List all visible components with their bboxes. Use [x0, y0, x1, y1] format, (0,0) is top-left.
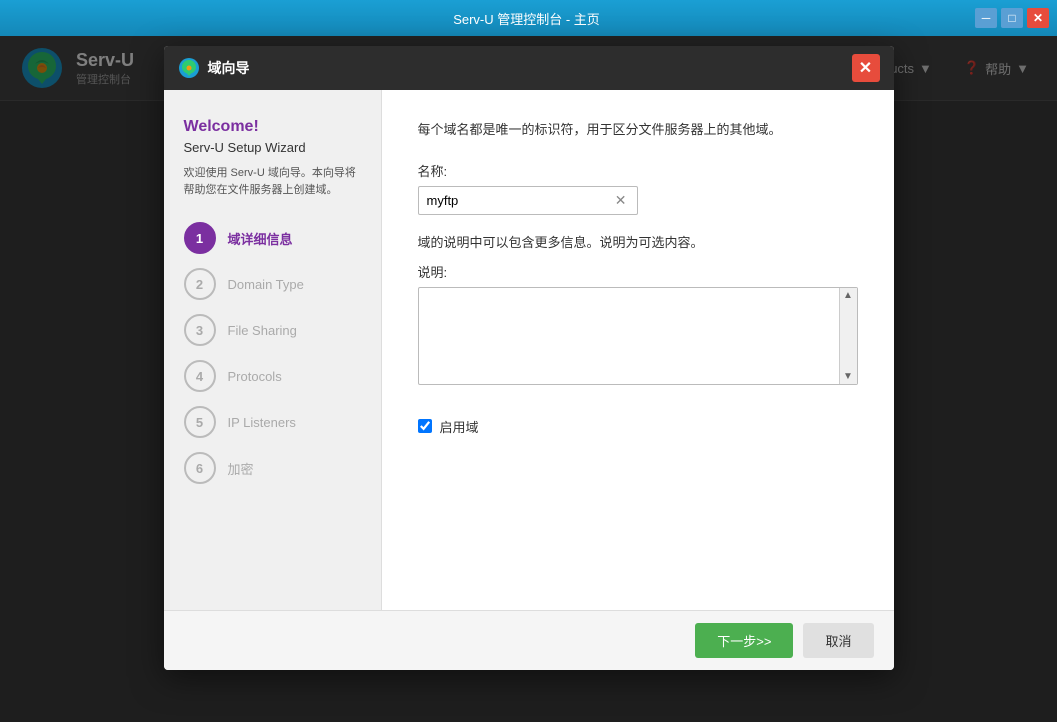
welcome-subtitle: Serv-U Setup Wizard: [184, 140, 361, 155]
dialog-close-button[interactable]: ✕: [852, 54, 880, 82]
description-label: 说明:: [418, 262, 858, 281]
minimize-button[interactable]: ─: [975, 8, 997, 28]
cancel-button[interactable]: 取消: [803, 623, 873, 658]
step-label-2: Domain Type: [228, 277, 304, 292]
window-close-button[interactable]: ✕: [1027, 8, 1049, 28]
step-label-5: IP Listeners: [228, 415, 296, 430]
enable-domain-label: 启用域: [440, 417, 479, 436]
step-circle-4: 4: [184, 360, 216, 392]
content-description-1: 每个域名都是唯一的标识符，用于区分文件服务器上的其他域。: [418, 120, 858, 141]
app-area: Serv-U 管理控制台 ⊞ Serv-U Products ▼ ❓ 帮助 ▼: [0, 36, 1057, 722]
name-input[interactable]: [427, 193, 613, 208]
content-description-2: 域的说明中可以包含更多信息。说明为可选内容。: [418, 233, 858, 254]
textarea-scrollbar[interactable]: ▲ ▼: [839, 288, 857, 384]
wizard-step-6[interactable]: 6 加密: [184, 452, 361, 484]
step-circle-6: 6: [184, 452, 216, 484]
step-circle-5: 5: [184, 406, 216, 438]
next-button[interactable]: 下一步>>: [695, 623, 793, 658]
scroll-down-arrow[interactable]: ▼: [843, 371, 853, 382]
name-input-wrapper: ✕: [418, 186, 638, 215]
clear-name-button[interactable]: ✕: [613, 192, 629, 209]
step-label-4: Protocols: [228, 369, 282, 384]
scroll-up-arrow[interactable]: ▲: [843, 290, 853, 301]
wizard-step-4[interactable]: 4 Protocols: [184, 360, 361, 392]
maximize-button[interactable]: □: [1001, 8, 1023, 28]
description-textarea[interactable]: [419, 288, 857, 384]
enable-domain-row: 启用域: [418, 417, 858, 436]
welcome-title: Welcome!: [184, 118, 361, 136]
domain-wizard-dialog: 域向导 ✕ Welcome! Serv-U Setup Wizard 欢迎使用 …: [164, 46, 894, 670]
step-label-1: 域详细信息: [228, 229, 293, 248]
name-form-group: 名称: ✕: [418, 161, 858, 215]
description-form-group: 说明: ▲ ▼: [418, 262, 858, 399]
dialog-footer: 下一步>> 取消: [164, 610, 894, 670]
step-label-3: File Sharing: [228, 323, 297, 338]
wizard-main-content: 每个域名都是唯一的标识符，用于区分文件服务器上的其他域。 名称: ✕ 域的说明中…: [382, 90, 894, 610]
step-circle-1: 1: [184, 222, 216, 254]
title-bar-controls: ─ □ ✕: [975, 8, 1049, 28]
description-textarea-wrapper: ▲ ▼: [418, 287, 858, 385]
dialog-overlay: 域向导 ✕ Welcome! Serv-U Setup Wizard 欢迎使用 …: [0, 36, 1057, 722]
wizard-step-2[interactable]: 2 Domain Type: [184, 268, 361, 300]
dialog-body: Welcome! Serv-U Setup Wizard 欢迎使用 Serv-U…: [164, 90, 894, 610]
wizard-steps: 1 域详细信息 2 Domain Type 3 File Sharing 4: [184, 222, 361, 484]
welcome-desc: 欢迎使用 Serv-U 域向导。本向导将帮助您在文件服务器上创建域。: [184, 165, 361, 198]
dialog-title: 域向导: [208, 58, 250, 78]
dialog-titlebar: 域向导 ✕: [164, 46, 894, 90]
wizard-step-3[interactable]: 3 File Sharing: [184, 314, 361, 346]
title-bar: Serv-U 管理控制台 - 主页 ─ □ ✕: [0, 0, 1057, 36]
step-label-6: 加密: [228, 459, 254, 478]
name-label: 名称:: [418, 161, 858, 180]
dialog-logo-icon: [178, 57, 200, 79]
wizard-step-1[interactable]: 1 域详细信息: [184, 222, 361, 254]
dialog-title-left: 域向导: [178, 57, 250, 79]
step-circle-3: 3: [184, 314, 216, 346]
wizard-step-5[interactable]: 5 IP Listeners: [184, 406, 361, 438]
wizard-sidebar: Welcome! Serv-U Setup Wizard 欢迎使用 Serv-U…: [164, 90, 382, 610]
window-title: Serv-U 管理控制台 - 主页: [78, 9, 975, 28]
step-circle-2: 2: [184, 268, 216, 300]
enable-domain-checkbox[interactable]: [418, 419, 432, 433]
